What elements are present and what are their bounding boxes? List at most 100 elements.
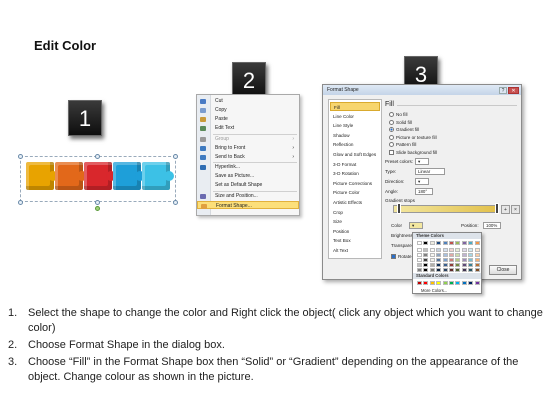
nav-item-3-d-rotation[interactable]: 3-D Rotation	[330, 169, 380, 178]
color-swatch[interactable]	[429, 248, 435, 252]
gradient-bar[interactable]	[393, 205, 499, 213]
nav-item-position[interactable]: Position	[330, 227, 380, 236]
angle-field[interactable]: 180°	[415, 188, 433, 195]
color-swatch[interactable]	[429, 253, 435, 257]
color-swatch[interactable]	[436, 258, 442, 262]
color-swatch[interactable]	[449, 281, 454, 285]
color-dropdown[interactable]: ▾	[409, 222, 423, 229]
color-swatch[interactable]	[474, 258, 480, 262]
color-swatch[interactable]	[461, 241, 467, 245]
add-stop-icon[interactable]: +	[501, 205, 510, 214]
color-swatch[interactable]	[442, 248, 448, 252]
color-swatch[interactable]	[429, 258, 435, 262]
close-icon[interactable]: ✕	[508, 87, 519, 94]
color-swatch[interactable]	[455, 248, 461, 252]
menu-item-group[interactable]: Group ›	[197, 135, 299, 144]
nav-item-line-style[interactable]: Line Style	[330, 121, 380, 130]
color-swatch[interactable]	[468, 263, 474, 267]
nav-item-text-box[interactable]: Text Box	[330, 236, 380, 245]
color-swatch[interactable]	[468, 248, 474, 252]
color-swatch[interactable]	[474, 281, 480, 285]
close-button[interactable]: Close	[489, 265, 517, 275]
color-swatch[interactable]	[417, 253, 422, 257]
resize-handle[interactable]	[95, 200, 100, 205]
color-swatch[interactable]	[442, 281, 448, 285]
color-swatch[interactable]	[455, 241, 461, 245]
menu-item-hyperlink[interactable]: Hyperlink...	[197, 163, 299, 172]
resize-handle[interactable]	[18, 154, 23, 159]
more-colors-link[interactable]: More Colors...	[421, 288, 447, 293]
nav-item-3-d-format[interactable]: 3-D Format	[330, 160, 380, 169]
fill-option-pattern-fill[interactable]: Pattern fill	[389, 141, 416, 148]
gradient-stop[interactable]	[495, 203, 499, 214]
menu-item-cut[interactable]: Cut	[197, 97, 299, 106]
fill-option-picture-or-texture-fill[interactable]: Picture or texture fill	[389, 134, 437, 141]
color-swatch[interactable]	[429, 281, 435, 285]
menu-item-send-to-back[interactable]: Send to Back ›	[197, 153, 299, 162]
color-swatch[interactable]	[461, 253, 467, 257]
nav-item-artistic-effects[interactable]: Artistic Effects	[330, 198, 380, 207]
resize-handle[interactable]	[173, 200, 178, 205]
remove-stop-icon[interactable]: ×	[511, 205, 520, 214]
menu-item-set-as-default-shape[interactable]: Set as Default Shape	[197, 181, 299, 190]
color-swatch[interactable]	[455, 258, 461, 262]
color-swatch[interactable]	[417, 241, 422, 245]
preset-dropdown[interactable]: ▾	[415, 158, 429, 165]
color-swatch[interactable]	[474, 253, 480, 257]
color-swatch[interactable]	[429, 263, 435, 267]
color-swatch[interactable]	[423, 241, 429, 245]
color-swatch[interactable]	[423, 281, 429, 285]
color-swatch[interactable]	[442, 241, 448, 245]
color-swatch[interactable]	[449, 268, 454, 272]
type-dropdown[interactable]: Linear	[415, 168, 445, 175]
menu-item-paste[interactable]: Paste	[197, 115, 299, 124]
color-swatch[interactable]	[417, 263, 422, 267]
color-swatch[interactable]	[468, 268, 474, 272]
nav-item-crop[interactable]: Crop	[330, 208, 380, 217]
color-swatch[interactable]	[449, 248, 454, 252]
position-field[interactable]: 100%	[483, 222, 501, 229]
resize-handle[interactable]	[173, 154, 178, 159]
menu-item-copy[interactable]: Copy	[197, 106, 299, 115]
nav-item-shadow[interactable]: Shadow	[330, 131, 380, 140]
menu-item-format-shape[interactable]: Format Shape...	[197, 200, 299, 210]
puzzle-piece[interactable]	[113, 162, 145, 190]
color-swatch[interactable]	[417, 268, 422, 272]
color-swatch[interactable]	[468, 241, 474, 245]
color-swatch[interactable]	[429, 241, 435, 245]
color-swatch[interactable]	[449, 258, 454, 262]
color-swatch[interactable]	[436, 241, 442, 245]
color-swatch[interactable]	[461, 258, 467, 262]
color-swatch[interactable]	[461, 281, 467, 285]
color-swatch[interactable]	[423, 248, 429, 252]
color-swatch[interactable]	[436, 281, 442, 285]
color-swatch[interactable]	[468, 253, 474, 257]
color-swatch[interactable]	[423, 258, 429, 262]
color-swatch[interactable]	[442, 258, 448, 262]
color-swatch[interactable]	[461, 248, 467, 252]
color-swatch[interactable]	[468, 258, 474, 262]
nav-item-glow-and-soft-edges[interactable]: Glow and Soft Edges	[330, 150, 380, 159]
color-swatch[interactable]	[417, 258, 422, 262]
fill-option-slide-background-fill[interactable]: Slide background fill	[389, 149, 437, 156]
color-swatch[interactable]	[474, 268, 480, 272]
menu-item-save-as-picture[interactable]: Save as Picture...	[197, 172, 299, 181]
color-swatch[interactable]	[455, 268, 461, 272]
color-swatch[interactable]	[461, 263, 467, 267]
nav-item-size[interactable]: Size	[330, 217, 380, 226]
direction-dropdown[interactable]: ▾	[415, 178, 429, 185]
resize-handle[interactable]	[18, 200, 23, 205]
nav-item-line-color[interactable]: Line Color	[330, 112, 380, 121]
color-swatch[interactable]	[449, 241, 454, 245]
fill-option-solid-fill[interactable]: Solid fill	[389, 119, 412, 126]
puzzle-shape[interactable]	[18, 148, 180, 211]
color-swatch[interactable]	[436, 248, 442, 252]
color-swatch[interactable]	[436, 263, 442, 267]
puzzle-piece[interactable]	[26, 162, 58, 190]
color-swatch[interactable]	[474, 263, 480, 267]
color-swatch[interactable]	[449, 263, 454, 267]
fill-option-gradient-fill[interactable]: Gradient fill	[389, 126, 419, 133]
color-swatch[interactable]	[442, 268, 448, 272]
nav-item-picture-color[interactable]: Picture Color	[330, 188, 380, 197]
puzzle-piece[interactable]	[142, 162, 174, 190]
